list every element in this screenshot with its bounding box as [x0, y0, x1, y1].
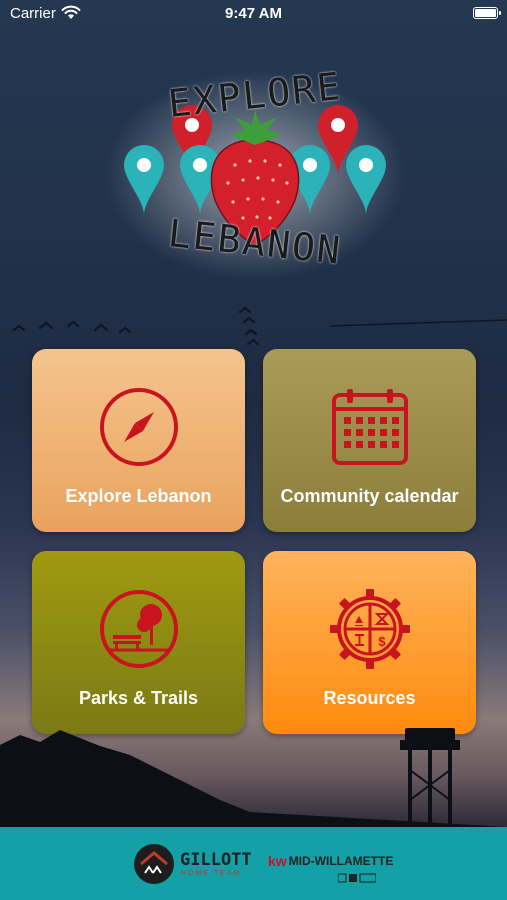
explore-lebanon-label: Explore Lebanon [65, 486, 212, 506]
community-calendar-label: Community calendar [280, 486, 459, 506]
gear-resources-icon: $ [329, 589, 410, 669]
battery-icon [473, 7, 501, 19]
gillott-tagline: HOME TEAM [181, 869, 242, 877]
explore-lebanon-logo: EXPLORE LEBANON [100, 64, 410, 290]
status-bar: Carrier 9:47 AM [0, 0, 507, 28]
gillott-logo-icon [134, 844, 174, 884]
gillott-name: GILLOTT [180, 849, 252, 870]
realtor-badges-icon [338, 873, 376, 883]
compass-icon [99, 388, 178, 466]
park-bench-tree-icon [99, 590, 178, 668]
sponsor-footer: GILLOTT HOME TEAM kw MID-WILLAMETTE [0, 827, 507, 900]
kw-sponsor[interactable]: kw MID-WILLAMETTE [268, 853, 393, 869]
status-time: 9:47 AM [225, 5, 282, 22]
calendar-icon [331, 389, 408, 465]
kw-logo: kw [268, 853, 287, 869]
svg-text:$: $ [378, 634, 386, 649]
skyline-silhouette [0, 728, 507, 827]
explore-lebanon-tile[interactable]: Explore Lebanon [32, 349, 245, 532]
kw-office-name: MID-WILLAMETTE [288, 854, 394, 868]
community-calendar-tile[interactable]: Community calendar [263, 349, 476, 532]
gillott-sponsor[interactable]: GILLOTT HOME TEAM [133, 843, 252, 885]
